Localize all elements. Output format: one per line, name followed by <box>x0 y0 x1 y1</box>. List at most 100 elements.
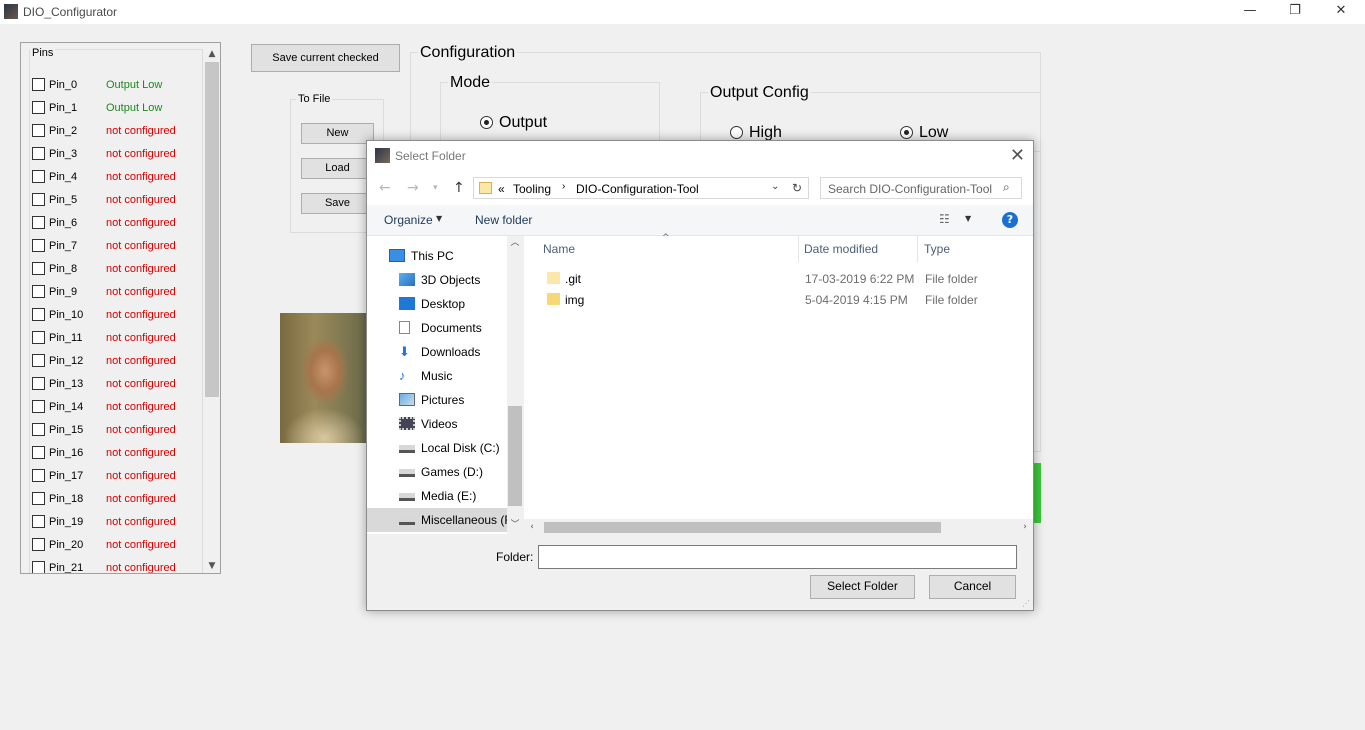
pin-checkbox[interactable] <box>32 101 45 114</box>
pins-scrollbar[interactable]: ▲ ▼ <box>204 47 220 573</box>
file-row[interactable]: img 5-04-2019 4:15 PM File folder <box>524 289 1033 310</box>
scroll-up-icon[interactable]: ▲ <box>204 47 220 62</box>
nav-item[interactable]: 3D Objects <box>367 268 507 292</box>
dialog-close-icon[interactable]: ✕ <box>1010 145 1025 166</box>
pin-row[interactable]: Pin_15 not configured <box>32 421 202 439</box>
low-radio[interactable] <box>900 126 913 139</box>
organize-menu[interactable]: Organize <box>384 213 433 227</box>
pin-checkbox[interactable] <box>32 216 45 229</box>
pin-row[interactable]: Pin_1 Output Low <box>32 99 202 117</box>
horizontal-scrollbar[interactable]: ‹ › <box>524 519 1033 536</box>
pin-checkbox[interactable] <box>32 170 45 183</box>
select-folder-button[interactable]: Select Folder <box>810 575 915 599</box>
help-icon[interactable]: ? <box>1002 212 1018 228</box>
pin-row[interactable]: Pin_20 not configured <box>32 536 202 554</box>
pin-checkbox[interactable] <box>32 492 45 505</box>
nav-item[interactable]: Media (E:) <box>367 484 507 508</box>
pin-row[interactable]: Pin_5 not configured <box>32 191 202 209</box>
close-button[interactable]: ✕ <box>1318 0 1364 24</box>
up-arrow-icon[interactable]: ↑ <box>453 180 465 196</box>
search-icon[interactable]: ⌕ <box>1003 180 1010 195</box>
search-input[interactable]: Search DIO-Configuration-Tool <box>828 182 992 196</box>
pin-checkbox[interactable] <box>32 147 45 160</box>
load-button[interactable]: Load <box>301 158 374 179</box>
scroll-left-icon[interactable]: ‹ <box>524 520 540 535</box>
pin-row[interactable]: Pin_16 not configured <box>32 444 202 462</box>
pin-checkbox[interactable] <box>32 193 45 206</box>
nav-item[interactable]: Pictures <box>367 388 507 412</box>
nav-item[interactable]: Miscellaneous (F <box>367 508 512 532</box>
pin-checkbox[interactable] <box>32 561 45 573</box>
pin-checkbox[interactable] <box>32 308 45 321</box>
file-row[interactable]: .git 17-03-2019 6:22 PM File folder <box>524 268 1033 289</box>
pin-row[interactable]: Pin_4 not configured <box>32 168 202 186</box>
nav-item[interactable]: ⬇ Downloads <box>367 340 507 364</box>
scroll-thumb[interactable] <box>205 62 219 397</box>
pin-row[interactable]: Pin_7 not configured <box>32 237 202 255</box>
pin-row[interactable]: Pin_19 not configured <box>32 513 202 531</box>
breadcrumb-tooling[interactable]: Tooling <box>513 182 551 196</box>
scroll-up-icon[interactable]: ︿ <box>507 236 523 251</box>
breadcrumb-overflow[interactable]: « <box>498 182 505 196</box>
scroll-right-icon[interactable]: › <box>1017 520 1033 535</box>
nav-item[interactable]: Desktop <box>367 292 507 316</box>
pin-checkbox[interactable] <box>32 262 45 275</box>
view-options-icon[interactable]: ☷ <box>939 212 950 226</box>
back-arrow-icon[interactable]: ← <box>379 180 391 196</box>
resize-grip-icon[interactable]: ⋰ <box>1022 599 1030 608</box>
pin-row[interactable]: Pin_8 not configured <box>32 260 202 278</box>
output-radio[interactable] <box>480 116 493 129</box>
pin-row[interactable]: Pin_18 not configured <box>32 490 202 508</box>
nav-item[interactable]: ♪ Music <box>367 364 507 388</box>
pin-row[interactable]: Pin_3 not configured <box>32 145 202 163</box>
pin-checkbox[interactable] <box>32 400 45 413</box>
pin-checkbox[interactable] <box>32 469 45 482</box>
nav-item[interactable]: Games (D:) <box>367 460 507 484</box>
view-dropdown-icon[interactable]: ▼ <box>965 214 971 223</box>
pin-row[interactable]: Pin_2 not configured <box>32 122 202 140</box>
pin-checkbox[interactable] <box>32 124 45 137</box>
save-button[interactable]: Save <box>301 193 374 214</box>
pin-row[interactable]: Pin_12 not configured <box>32 352 202 370</box>
pin-row[interactable]: Pin_10 not configured <box>32 306 202 324</box>
pin-checkbox[interactable] <box>32 515 45 528</box>
recent-locations-chevron-icon[interactable]: ▾ <box>433 183 438 193</box>
scroll-down-icon[interactable]: ﹀ <box>507 518 523 533</box>
pin-row[interactable]: Pin_21 not configured <box>32 559 202 573</box>
navigation-scrollbar[interactable]: ︿ ﹀ <box>507 236 523 534</box>
scroll-thumb[interactable] <box>544 522 941 533</box>
pin-row[interactable]: Pin_13 not configured <box>32 375 202 393</box>
folder-input[interactable] <box>538 545 1017 569</box>
search-box[interactable]: Search DIO-Configuration-Tool ⌕ <box>820 177 1022 199</box>
pin-checkbox[interactable] <box>32 331 45 344</box>
pin-checkbox[interactable] <box>32 423 45 436</box>
pin-row[interactable]: Pin_11 not configured <box>32 329 202 347</box>
new-folder-button[interactable]: New folder <box>475 213 532 227</box>
nav-item[interactable]: Local Disk (C:) <box>367 436 507 460</box>
refresh-icon[interactable]: ↻ <box>792 181 802 195</box>
pin-checkbox[interactable] <box>32 377 45 390</box>
nav-item[interactable]: Videos <box>367 412 507 436</box>
column-separator[interactable] <box>798 236 799 262</box>
scroll-down-icon[interactable]: ▼ <box>204 559 220 573</box>
maximize-button[interactable]: ❐ <box>1272 0 1318 24</box>
column-header-type[interactable]: Type <box>924 242 950 256</box>
pin-row[interactable]: Pin_6 not configured <box>32 214 202 232</box>
column-separator[interactable] <box>917 236 918 262</box>
pin-row[interactable]: Pin_17 not configured <box>32 467 202 485</box>
address-bar[interactable]: « Tooling › DIO-Configuration-Tool ⌄ ↻ <box>473 177 809 199</box>
minimize-button[interactable]: — <box>1227 0 1273 24</box>
breadcrumb-dio-configuration-tool[interactable]: DIO-Configuration-Tool <box>576 182 699 196</box>
pin-row[interactable]: Pin_0 Output Low <box>32 76 202 94</box>
scroll-thumb[interactable] <box>508 406 522 506</box>
address-dropdown-icon[interactable]: ⌄ <box>771 181 779 192</box>
nav-item[interactable]: This PC <box>367 244 507 268</box>
pin-checkbox[interactable] <box>32 538 45 551</box>
column-header-date-modified[interactable]: Date modified <box>804 242 878 256</box>
new-button[interactable]: New <box>301 123 374 144</box>
column-header-name[interactable]: Name <box>543 242 575 256</box>
pin-row[interactable]: Pin_14 not configured <box>32 398 202 416</box>
pin-checkbox[interactable] <box>32 354 45 367</box>
nav-item[interactable]: Documents <box>367 316 507 340</box>
organize-dropdown-icon[interactable]: ▼ <box>436 214 442 223</box>
